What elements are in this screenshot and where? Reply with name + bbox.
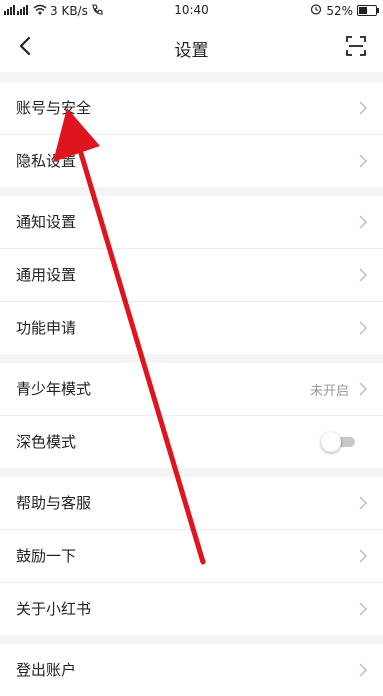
setting-label: 青少年模式 — [16, 380, 92, 398]
chevron-right-icon — [359, 321, 367, 335]
navigation-bar: 设置 — [0, 22, 383, 72]
settings-group-account: 账号与安全 隐私设置 — [0, 82, 383, 187]
status-bar: 3 KB/s 10:40 52% — [0, 0, 383, 22]
battery-percent: 52% — [326, 3, 353, 18]
chevron-right-icon — [359, 496, 367, 510]
setting-label: 隐私设置 — [16, 152, 77, 170]
chevron-right-icon — [359, 215, 367, 229]
settings-group-logout: 登出账户 — [0, 644, 383, 696]
setting-row-encourage[interactable]: 鼓励一下 — [0, 530, 383, 583]
setting-label: 帮助与客服 — [16, 494, 92, 512]
chevron-right-icon — [359, 663, 367, 677]
chevron-right-icon — [359, 268, 367, 282]
teen-mode-status: 未开启 — [309, 384, 349, 399]
setting-row-about[interactable]: 关于小红书 — [0, 583, 383, 635]
setting-label: 通知设置 — [16, 213, 77, 231]
setting-row-account-security[interactable]: 账号与安全 — [0, 82, 383, 135]
setting-row-help-support[interactable]: 帮助与客服 — [0, 477, 383, 530]
scan-icon[interactable] — [345, 35, 367, 57]
setting-label: 关于小红书 — [16, 600, 92, 618]
setting-label: 登出账户 — [16, 661, 77, 679]
setting-label: 账号与安全 — [16, 99, 92, 117]
setting-row-dark-mode: 深色模式 — [0, 416, 383, 468]
setting-row-general[interactable]: 通用设置 — [0, 249, 383, 302]
dark-mode-toggle[interactable] — [321, 432, 355, 452]
setting-row-logout[interactable]: 登出账户 — [0, 644, 383, 696]
chevron-right-icon — [359, 101, 367, 115]
chevron-right-icon — [359, 154, 367, 168]
status-right: 52% — [310, 3, 379, 18]
settings-group-general: 通知设置 通用设置 功能申请 — [0, 196, 383, 354]
setting-row-teen-mode[interactable]: 青少年模式 未开启 — [0, 363, 383, 416]
chevron-right-icon — [359, 382, 367, 396]
setting-label: 通用设置 — [16, 266, 77, 284]
alarm-icon — [310, 3, 322, 18]
settings-group-modes: 青少年模式 未开启 深色模式 — [0, 363, 383, 468]
setting-row-privacy[interactable]: 隐私设置 — [0, 135, 383, 187]
setting-row-feature-request[interactable]: 功能申请 — [0, 302, 383, 354]
chevron-right-icon — [359, 549, 367, 563]
setting-label: 深色模式 — [16, 433, 77, 451]
page-title: 设置 — [174, 41, 209, 61]
setting-row-notifications[interactable]: 通知设置 — [0, 196, 383, 249]
settings-group-help: 帮助与客服 鼓励一下 关于小红书 — [0, 477, 383, 635]
setting-label: 鼓励一下 — [16, 547, 77, 565]
battery-icon — [357, 5, 379, 16]
setting-label: 功能申请 — [16, 319, 77, 337]
chevron-right-icon — [359, 602, 367, 616]
